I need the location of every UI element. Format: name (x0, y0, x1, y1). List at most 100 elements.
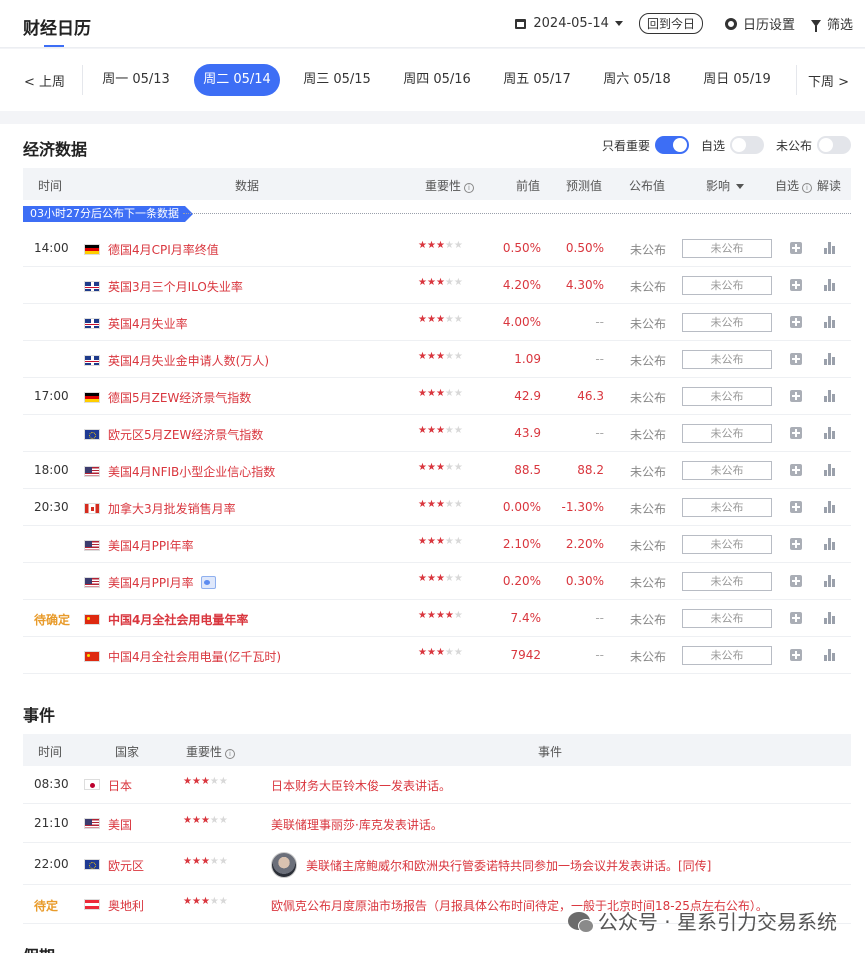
forecast-value: 0.30% (565, 574, 604, 588)
importance-stars: ★★★★★ (183, 776, 228, 787)
day-tab-wed[interactable]: 周三 05/15 (294, 64, 380, 96)
indicator-name-link[interactable]: 美国4月PPI年率 (108, 537, 194, 554)
info-icon[interactable]: i (225, 749, 236, 759)
impact-box: 未公布 (682, 313, 772, 332)
table-row: 欧元区5月ZEW经济景气指数 ★★★★★ 43.9 -- 未公布 未公布 (23, 415, 851, 452)
add-watch-icon[interactable] (790, 390, 802, 402)
prev-value: 1.09 (514, 352, 541, 366)
row-time: 17:00 (34, 389, 69, 403)
add-watch-icon[interactable] (790, 316, 802, 328)
chart-bars-icon[interactable] (824, 316, 836, 328)
day-tab-mon[interactable]: 周一 05/13 (93, 64, 179, 96)
chart-bars-icon[interactable] (824, 538, 836, 550)
add-watch-icon[interactable] (790, 501, 802, 513)
col-watch-label: 自选 (775, 179, 800, 193)
switch[interactable] (817, 136, 851, 154)
chart-bars-icon[interactable] (824, 575, 836, 587)
add-watch-icon[interactable] (790, 242, 802, 254)
row-time: 待确定 (34, 613, 71, 627)
indicator-name-link[interactable]: 英国4月失业金申请人数(万人) (108, 352, 269, 369)
star-icon: ★ (183, 776, 192, 787)
day-tab-tue[interactable]: 周二 05/14 (194, 64, 280, 96)
table-row: 21:10 美国 ★★★★★ 美联储理事丽莎·库克发表讲话。 (23, 804, 851, 843)
event-text[interactable]: 美联储主席鲍威尔和欧洲央行管委诺特共同参加一场会议并发表讲话。[同传] (306, 857, 711, 874)
today-button[interactable]: 回到今日 (638, 13, 703, 34)
flag-eu-icon (84, 859, 100, 870)
indicator-name-link[interactable]: 中国4月全社会用电量(亿千瓦时) (108, 648, 281, 665)
prev-week-button[interactable]: < 上周 (24, 71, 65, 90)
next-week-button[interactable]: 下周 > (808, 71, 849, 90)
toggle-unreleased[interactable]: 未公布 (776, 136, 851, 154)
star-icon: ★ (435, 610, 445, 621)
toggle-watchlist[interactable]: 自选 (701, 136, 764, 154)
filter-button[interactable]: 筛选 (810, 14, 853, 33)
indicator-name-link[interactable]: 德国5月ZEW经济景气指数 (108, 389, 251, 406)
indicator-name-link[interactable]: 美国4月NFIB小型企业信心指数 (108, 463, 275, 480)
actual-value: 未公布 (630, 650, 667, 664)
add-watch-icon[interactable] (790, 353, 802, 365)
chart-bars-icon[interactable] (824, 390, 836, 402)
actual-value: 未公布 (630, 317, 667, 331)
event-text[interactable]: 日本财务大臣铃木俊一发表讲话。 (271, 777, 451, 794)
flag-gb-icon (84, 355, 100, 366)
indicator-name-link[interactable]: 加拿大3月批发销售月率 (108, 500, 236, 517)
indicator-name-link[interactable]: 中国4月全社会用电量年率 (108, 611, 248, 628)
impact-box: 未公布 (682, 424, 772, 443)
calendar-settings-button[interactable]: 日历设置 (724, 14, 795, 33)
col-prev: 前值 (516, 179, 541, 193)
chart-bars-icon[interactable] (824, 279, 836, 291)
col-impact[interactable]: 影响 (706, 177, 745, 194)
star-icon: ★ (418, 314, 427, 325)
star-icon: ★ (418, 647, 427, 658)
add-watch-icon[interactable] (790, 649, 802, 661)
chart-bars-icon[interactable] (824, 242, 836, 254)
table-row: 22:00 欧元区 ★★★★★ 美联储主席鲍威尔和欧洲央行管委诺特共同参加一场会议并发… (23, 843, 851, 885)
chart-bars-icon[interactable] (824, 427, 836, 439)
indicator-name-link[interactable]: 英国3月三个月ILO失业率 (108, 278, 243, 295)
add-watch-icon[interactable] (790, 427, 802, 439)
chart-bars-icon[interactable] (824, 649, 836, 661)
event-country: 日本 (108, 779, 133, 793)
star-icon: ★ (444, 573, 454, 584)
event-text[interactable]: 美联储理事丽莎·库克发表讲话。 (271, 816, 443, 833)
star-icon: ★ (218, 815, 228, 826)
day-tab-sun[interactable]: 周日 05/19 (694, 64, 780, 96)
switch[interactable] (654, 136, 689, 154)
report-doc-icon[interactable] (200, 576, 216, 589)
day-tab-sat[interactable]: 周六 05/18 (594, 64, 680, 96)
col-watch: 自选 i (775, 177, 813, 194)
table-row: 英国4月失业率 ★★★★★ 4.00% -- 未公布 未公布 (23, 304, 851, 341)
date-picker[interactable]: 2024-05-14 (515, 16, 623, 31)
chart-bars-icon[interactable] (824, 464, 836, 476)
indicator-name-link[interactable]: 欧元区5月ZEW经济景气指数 (108, 426, 263, 443)
add-watch-icon[interactable] (790, 575, 802, 587)
add-watch-icon[interactable] (790, 612, 802, 624)
chart-bars-icon[interactable] (824, 501, 836, 513)
toggle-important-only[interactable]: 只看重要 (602, 136, 689, 154)
indicator-name-link[interactable]: 德国4月CPI月率终值 (108, 241, 219, 258)
star-icon: ★ (444, 425, 454, 436)
chart-bars-icon[interactable] (824, 353, 836, 365)
add-watch-icon[interactable] (790, 464, 802, 476)
forecast-value: -- (595, 426, 604, 440)
indicator-name: 美国4月PPI月率 (108, 576, 194, 590)
info-icon[interactable]: i (802, 183, 813, 193)
star-icon: ★ (435, 536, 445, 547)
add-watch-icon[interactable] (790, 279, 802, 291)
star-icon: ★ (426, 647, 436, 658)
table-row: 英国3月三个月ILO失业率 ★★★★★ 4.20% 4.30% 未公布 未公布 (23, 267, 851, 304)
day-tab-thu[interactable]: 周四 05/16 (394, 64, 480, 96)
indicator-name-link[interactable]: 美国4月PPI月率 (108, 574, 216, 591)
event-country: 欧元区 (108, 859, 145, 873)
star-icon: ★ (191, 815, 201, 826)
switch[interactable] (729, 136, 764, 154)
watermark: 公众号 · 星系引力交易系统 (567, 906, 837, 935)
impact-box: 未公布 (682, 535, 772, 554)
indicator-name-link[interactable]: 英国4月失业率 (108, 315, 188, 332)
info-icon[interactable]: i (464, 183, 475, 193)
col-importance: 重要性 i (186, 743, 236, 760)
star-icon: ★ (444, 499, 454, 510)
add-watch-icon[interactable] (790, 538, 802, 550)
day-tab-fri[interactable]: 周五 05/17 (494, 64, 580, 96)
chart-bars-icon[interactable] (824, 612, 836, 624)
